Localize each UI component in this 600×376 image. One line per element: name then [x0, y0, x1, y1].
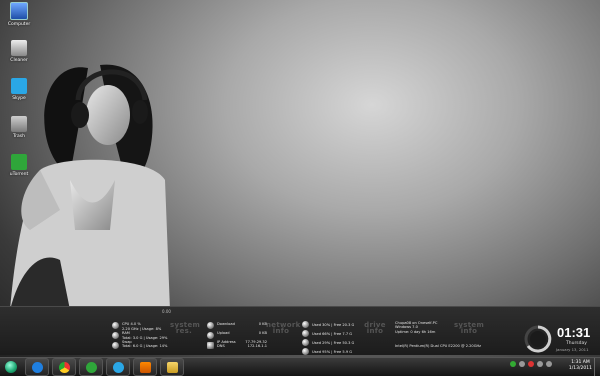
system-info: Chupa08 on Oneself-PC Windows 7.0 Uptime…: [395, 321, 437, 334]
swap-meter-icon: [112, 342, 119, 349]
drive-free: Free 7.7 G: [333, 332, 353, 336]
taskbar: 1:31 AM 1/13/2011: [0, 357, 600, 376]
panel-top-line: 0.00: [100, 309, 460, 315]
drive-used: Used 29%: [312, 341, 331, 345]
desktop-icon-computer[interactable]: Computer: [2, 2, 36, 38]
drive-icon: [302, 330, 309, 337]
drive-used: Used 95%: [312, 350, 331, 354]
tray-app-icon[interactable]: [519, 361, 525, 367]
download-icon: [207, 322, 214, 329]
system-res-title: system res.: [170, 321, 201, 335]
system-tray: [510, 361, 552, 367]
upload-label: Upload: [217, 331, 230, 336]
ie-icon: [31, 361, 43, 373]
folder-icon: [166, 361, 178, 373]
internet-explorer-button[interactable]: [25, 358, 49, 376]
cpu-meter-icon: [112, 322, 119, 329]
chrome-icon: [58, 361, 70, 373]
drive-stats: Used 30% | Free 20.3 G Used 66% | Free 7…: [302, 321, 354, 357]
ram-usage: Usage: 29%: [145, 335, 168, 340]
system-stats: CPU 4.0 % 2.20 GHz | Usage: 8% RAM Total…: [112, 322, 167, 349]
network-stats: Download 0 KB Upload 0 KB IP Address 77.…: [207, 322, 267, 349]
drive-info-title: drive info: [364, 321, 386, 335]
cpu-speed: 2.20 GHz: [122, 326, 139, 331]
system-info-line: Uptime: 0 day 6h 16m: [395, 329, 436, 334]
tray-app-icon[interactable]: [528, 361, 534, 367]
dns-value: 172.16.1.1: [247, 344, 267, 349]
ram-total: Total: 3.0 G: [122, 335, 143, 340]
drive-used: Used 66%: [312, 332, 331, 336]
windows-orb-icon: [5, 361, 17, 373]
computer-icon: [10, 2, 28, 20]
ip-label: IP Address: [217, 339, 236, 344]
drive-used: Used 30%: [312, 323, 331, 327]
start-button[interactable]: [0, 358, 22, 376]
tray-date: 1/13/2011: [568, 366, 592, 371]
cpu-label: CPU: [122, 322, 130, 327]
panel-top-value: 0.00: [162, 309, 171, 314]
ram-meter-icon: [112, 332, 119, 339]
clock-ring: [524, 325, 552, 353]
clock-date: January 13, 2011: [556, 347, 589, 352]
skype-icon: [112, 361, 124, 373]
tray-app-icon[interactable]: [510, 361, 516, 367]
cpu-info-line: Intel(R) Pentium(R) Dual CPU E2200 @ 2.2…: [395, 344, 482, 348]
cleaner-icon: [11, 40, 27, 56]
tray-clock[interactable]: 1:31 AM 1/13/2011: [569, 360, 592, 372]
clock-day: Thursday: [566, 341, 587, 346]
upload-icon: [207, 332, 214, 339]
drive-free: Free 50.3 G: [333, 341, 355, 345]
drive-icon: [302, 339, 309, 346]
chrome-button[interactable]: [52, 358, 76, 376]
cpu-value: 4.0 %: [130, 322, 141, 327]
drive-free: Free 5.9 G: [333, 350, 353, 354]
network-icon[interactable]: [537, 361, 543, 367]
desktop-icon-label: Computer: [7, 22, 31, 27]
drive-icon: [302, 348, 309, 355]
utorrent-button[interactable]: [79, 358, 103, 376]
clock-time: 01:31: [557, 325, 591, 340]
drive-icon: [302, 321, 309, 328]
system-info-title: system info: [453, 321, 485, 335]
skype-button[interactable]: [106, 358, 130, 376]
volume-icon[interactable]: [546, 361, 552, 367]
vlc-icon: [139, 361, 151, 373]
cpu-usage: Usage: 8%: [142, 326, 162, 331]
utorrent-icon: [85, 361, 97, 373]
drive-free: Free 20.3 G: [333, 323, 355, 327]
network-adapter-icon: [207, 342, 214, 349]
vlc-button[interactable]: [133, 358, 157, 376]
download-label: Download: [217, 322, 235, 327]
swap-total: Total: 6.0 G: [122, 344, 143, 349]
swap-usage: Usage: 14%: [145, 344, 168, 349]
dns-label: DNS: [217, 344, 225, 349]
wallpaper-figure: [10, 64, 170, 310]
explorer-button[interactable]: [160, 358, 184, 376]
show-desktop-button[interactable]: [594, 358, 600, 376]
network-info-title: network info: [266, 321, 301, 335]
